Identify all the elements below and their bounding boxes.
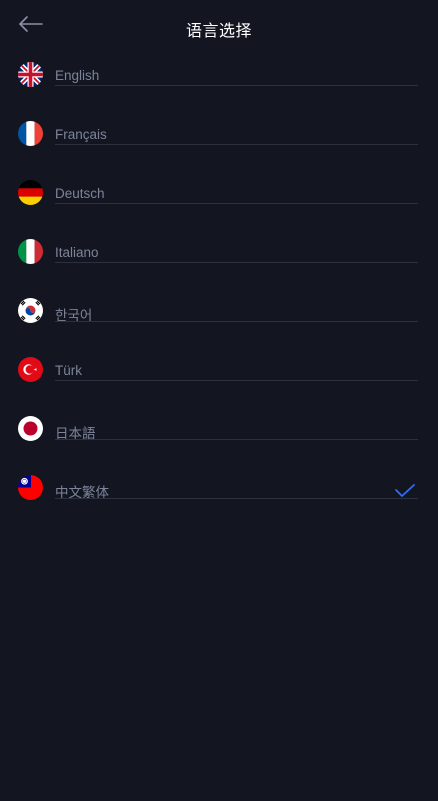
page-title: 语言选择: [185, 23, 252, 40]
italy-flag-icon: [18, 239, 43, 264]
language-item-italian[interactable]: Italiano: [0, 229, 438, 288]
language-item-turkish[interactable]: Türk: [0, 347, 438, 406]
language-item-french[interactable]: Français: [0, 111, 438, 170]
divider: [55, 498, 418, 499]
language-item-japanese[interactable]: 日本語: [0, 406, 438, 465]
language-list: English Français Deutsch Italiano 한국어 Tü…: [0, 52, 438, 524]
language-item-traditional-chinese[interactable]: 中文繁体: [0, 465, 438, 524]
divider: [55, 85, 418, 86]
divider: [55, 144, 418, 145]
language-label: Italiano: [55, 245, 99, 260]
korea-flag-icon: [18, 298, 43, 323]
language-label: Deutsch: [55, 186, 105, 201]
divider: [55, 380, 418, 381]
divider: [55, 321, 418, 322]
taiwan-flag-icon: [18, 475, 43, 500]
france-flag-icon: [18, 121, 43, 146]
language-label: English: [55, 68, 100, 83]
divider: [55, 262, 418, 263]
header: 语言选择: [0, 0, 438, 52]
language-label: Français: [55, 127, 107, 142]
divider: [55, 203, 418, 204]
language-item-korean[interactable]: 한국어: [0, 288, 438, 347]
japan-flag-icon: [18, 416, 43, 441]
germany-flag-icon: [18, 180, 43, 205]
uk-flag-icon: [18, 62, 43, 87]
language-item-german[interactable]: Deutsch: [0, 170, 438, 229]
language-item-english[interactable]: English: [0, 52, 438, 111]
divider: [55, 439, 418, 440]
turkey-flag-icon: [18, 357, 43, 382]
checkmark-icon: [395, 484, 415, 497]
language-label: Türk: [55, 363, 82, 378]
